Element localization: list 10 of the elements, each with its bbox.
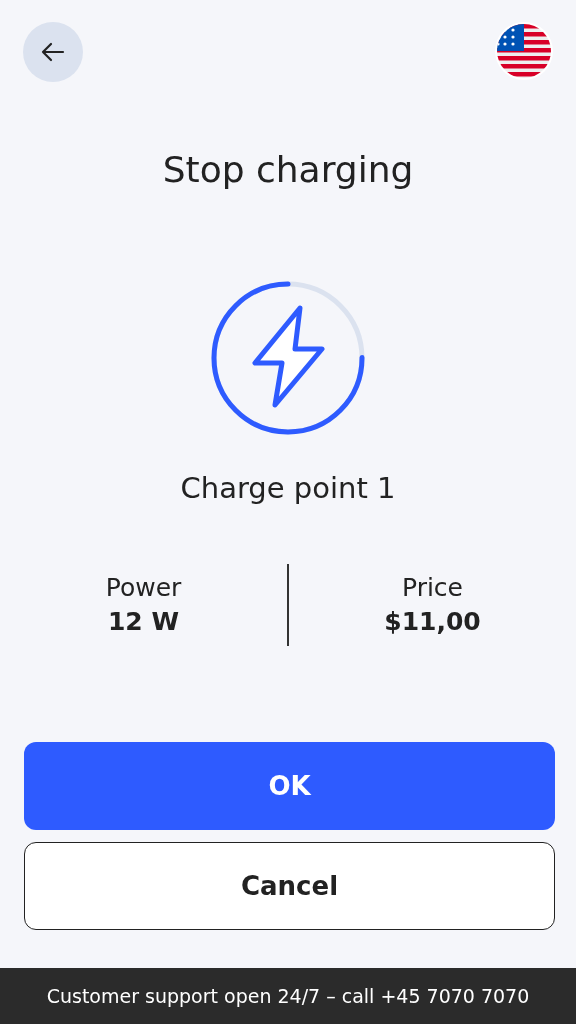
stat-label: Price: [402, 572, 463, 604]
charge-point-label: Charge point 1: [180, 470, 396, 506]
back-button[interactable]: [23, 22, 83, 82]
ok-button[interactable]: OK: [24, 742, 555, 830]
stat-value: $11,00: [384, 606, 481, 638]
page-title: Stop charging: [162, 148, 414, 192]
support-footer: Customer support open 24/7 – call +45 7070 7070: [0, 968, 576, 1024]
stat-label: Power: [105, 572, 182, 604]
stat-value: 12 W: [107, 606, 180, 638]
cancel-button[interactable]: Cancel: [24, 842, 555, 930]
